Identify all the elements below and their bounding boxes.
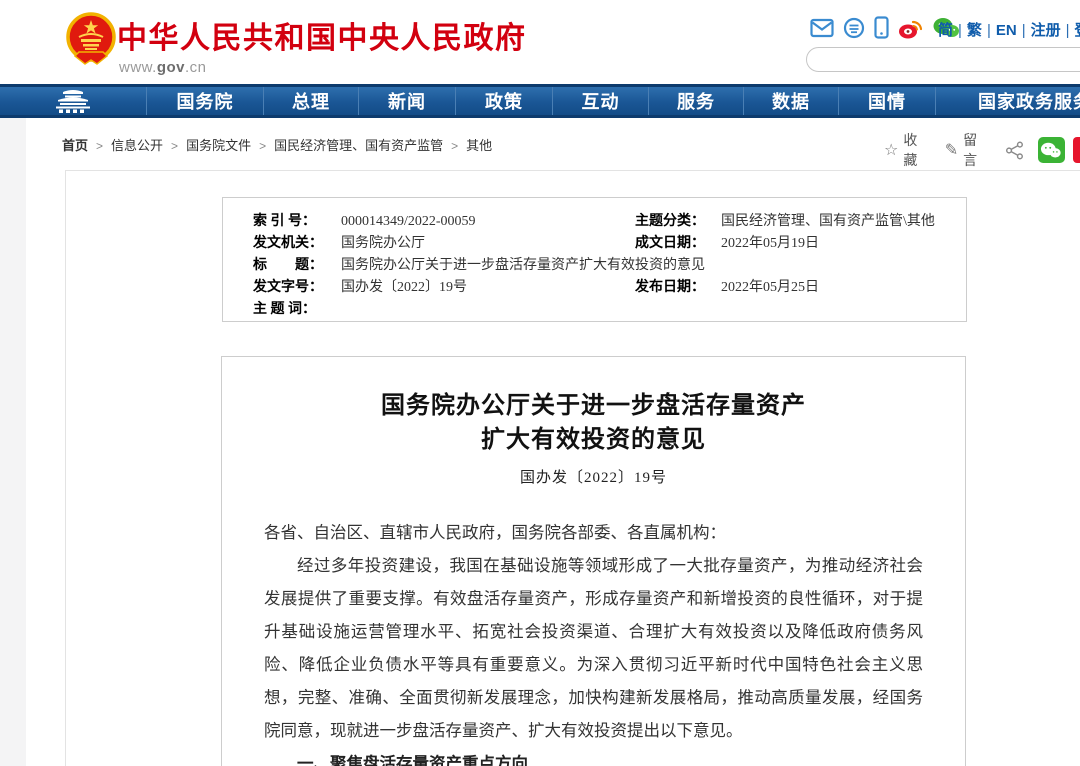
meta-title-value: 国务院办公厅关于进一步盘活存量资产扩大有效投资的意见	[341, 255, 956, 277]
site-title: 中华人民共和国中央人民政府	[117, 13, 527, 57]
meta-index-label: 索 引 号：	[253, 211, 341, 233]
lang-traditional[interactable]: 繁	[967, 22, 982, 39]
document-title-line2: 扩大有效投资的意见	[264, 423, 923, 457]
meta-keywords-label: 主 题 词：	[253, 299, 341, 321]
nav-home[interactable]	[0, 87, 146, 115]
favorite-button[interactable]: ☆ 收藏	[884, 130, 927, 170]
meta-keywords-value	[341, 299, 956, 321]
content-wrapper: 首页>信息公开>国务院文件>国民经济管理、国有资产监管>其他 ☆ 收藏 ✎ 留言	[26, 118, 1080, 766]
document-number: 国办发〔2022〕19号	[264, 466, 923, 487]
divider: |	[982, 22, 996, 39]
national-emblem-logo[interactable]	[62, 10, 120, 74]
breadcrumb-separator: >	[443, 139, 466, 153]
star-icon: ☆	[884, 140, 898, 160]
site-brand[interactable]: 中华人民共和国中央人民政府 www.gov.cn	[117, 13, 527, 76]
site-url-cn: .cn	[185, 59, 207, 76]
document-body: 国务院办公厅关于进一步盘活存量资产 扩大有效投资的意见 国办发〔2022〕19号…	[221, 356, 966, 766]
document-container: 索 引 号： 000014349/2022-00059 主题分类： 国民经济管理…	[65, 170, 1080, 766]
site-url-www: www.	[119, 59, 157, 76]
wechat-share-icon[interactable]	[1038, 137, 1065, 163]
wechat-bubbles	[1040, 142, 1062, 159]
meta-category-value: 国民经济管理、国有资产监管\其他	[721, 211, 956, 233]
login-link[interactable]: 登录	[1075, 22, 1080, 39]
divider: |	[1061, 22, 1075, 39]
breadcrumb: 首页>信息公开>国务院文件>国民经济管理、国有资产监管>其他	[62, 135, 492, 154]
breadcrumb-separator: >	[251, 139, 274, 153]
breadcrumb-separator: >	[163, 139, 186, 153]
share-icon[interactable]	[1005, 140, 1024, 161]
breadcrumb-info-disclosure[interactable]: 信息公开	[111, 138, 163, 153]
document-meta-table: 索 引 号： 000014349/2022-00059 主题分类： 国民经济管理…	[222, 197, 967, 322]
breadcrumb-state-council-docs[interactable]: 国务院文件	[186, 138, 251, 153]
mail-icon[interactable]	[810, 18, 834, 38]
meta-date-written-label: 成文日期：	[635, 233, 721, 255]
nav-item-data[interactable]: 数据	[743, 87, 838, 115]
tiananmen-home-icon	[50, 89, 96, 113]
message-icon[interactable]	[843, 17, 865, 39]
breadcrumb-category[interactable]: 国民经济管理、国有资产监管	[274, 138, 443, 153]
meta-index-value: 000014349/2022-00059	[341, 211, 635, 233]
nav-item-state-council[interactable]: 国务院	[146, 87, 263, 115]
meta-date-published-value: 2022年05月25日	[721, 277, 956, 299]
breadcrumb-other[interactable]: 其他	[466, 138, 492, 153]
lang-english[interactable]: EN	[996, 22, 1017, 39]
page-background: 首页>信息公开>国务院文件>国民经济管理、国有资产监管>其他 ☆ 收藏 ✎ 留言	[0, 118, 1080, 766]
nav-item-news[interactable]: 新闻	[358, 87, 455, 115]
favorite-label: 收藏	[903, 130, 926, 170]
meta-issuer-value: 国务院办公厅	[341, 233, 635, 255]
nav-item-policy[interactable]: 政策	[455, 87, 552, 115]
register-link[interactable]: 注册	[1031, 22, 1061, 39]
document-title-line1: 国务院办公厅关于进一步盘活存量资产	[264, 389, 923, 423]
meta-doc-no-label: 发文字号：	[253, 277, 341, 299]
nav-item-gov-service-platform[interactable]: 国家政务服务平台	[935, 87, 1080, 115]
weibo-share-icon[interactable]	[1073, 137, 1080, 163]
nav-item-services[interactable]: 服务	[648, 87, 743, 115]
document-section-heading: 一、聚焦盘活存量资产重点方向	[264, 747, 923, 766]
document-title: 国务院办公厅关于进一步盘活存量资产 扩大有效投资的意见	[264, 389, 923, 457]
divider: |	[1017, 22, 1031, 39]
meta-date-written-value: 2022年05月19日	[721, 233, 956, 255]
site-url-gov: gov	[157, 59, 185, 76]
lang-simplified[interactable]: 简	[938, 22, 953, 39]
document-salutation: 各省、自治区、直辖市人民政府，国务院各部委、各直属机构：	[264, 516, 923, 549]
breadcrumb-separator: >	[88, 139, 111, 153]
meta-issuer-label: 发文机关：	[253, 233, 341, 255]
meta-category-label: 主题分类：	[635, 211, 721, 233]
comment-label: 留言	[963, 130, 987, 170]
nav-item-premier[interactable]: 总理	[263, 87, 358, 115]
meta-date-published-label: 发布日期：	[635, 277, 721, 299]
nav-item-national-conditions[interactable]: 国情	[838, 87, 935, 115]
search-input[interactable]	[806, 47, 1080, 72]
document-paragraph: 经过多年投资建设，我国在基础设施等领域形成了一大批存量资产，为推动经济社会发展提…	[264, 549, 923, 747]
main-nav: 国务院 总理 新闻 政策 互动 服务 数据 国情 国家政务服务平台	[0, 84, 1080, 118]
nav-item-interaction[interactable]: 互动	[552, 87, 648, 115]
site-header: 中华人民共和国中央人民政府 www.gov.cn	[0, 0, 1080, 84]
weibo-icon[interactable]	[898, 17, 924, 39]
divider: |	[953, 22, 967, 39]
pencil-icon: ✎	[945, 140, 958, 160]
site-url: www.gov.cn	[119, 59, 527, 76]
mobile-icon[interactable]	[874, 16, 889, 39]
browser-viewport: 中华人民共和国中央人民政府 www.gov.cn	[0, 0, 1080, 766]
meta-doc-no-value: 国办发〔2022〕19号	[341, 277, 635, 299]
comment-button[interactable]: ✎ 留言	[945, 130, 987, 170]
page-actions: ☆ 收藏 ✎ 留言	[884, 130, 1080, 170]
meta-title-label: 标 题：	[253, 255, 341, 277]
breadcrumb-home[interactable]: 首页	[62, 138, 88, 153]
language-links: 简|繁|EN|注册|登录	[938, 19, 1080, 40]
document-text: 各省、自治区、直辖市人民政府，国务院各部委、各直属机构： 经过多年投资建设，我国…	[264, 516, 923, 766]
